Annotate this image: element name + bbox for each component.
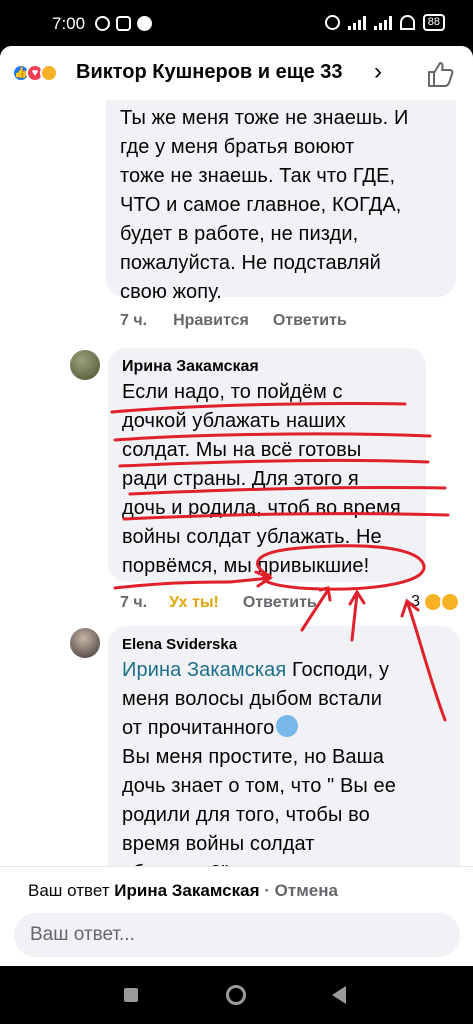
reply-input[interactable]	[14, 913, 460, 957]
reply-button[interactable]: Ответить	[273, 312, 347, 330]
comment-text: Ирина Закамская Господи, у меня волосы д…	[122, 656, 446, 888]
replying-to: Ваш ответ Ирина Закамская · Отмена	[28, 881, 338, 901]
signal-2-icon	[373, 15, 392, 30]
notification-icons	[95, 16, 152, 31]
reactors-title[interactable]: Виктор Кушнеров и еще 33	[76, 61, 343, 84]
comment-author[interactable]: Elena Sviderska	[122, 634, 446, 656]
whatsapp-icon	[95, 16, 110, 31]
comment-text: Если надо, то пойдём с дочкой ублажать н…	[122, 381, 401, 577]
reply-bar: Ваш ответ Ирина Закамская · Отмена	[0, 866, 473, 966]
comment-actions: 7 ч. Ух ты! Ответить 3	[120, 592, 464, 612]
reply-target: Ирина Закамская	[114, 881, 260, 900]
facebook-icon	[137, 16, 152, 31]
reaction-button[interactable]: Ух ты!	[169, 594, 219, 612]
comments-panel: 👍 ♥ Виктор Кушнеров и еще 33 › Ты же мен…	[0, 46, 473, 966]
like-button[interactable]: Нравится	[173, 312, 249, 330]
avatar[interactable]	[70, 628, 100, 658]
reactions-header[interactable]: 👍 ♥ Виктор Кушнеров и еще 33 ›	[0, 46, 473, 100]
battery-icon: 88	[422, 14, 445, 31]
alarm-icon	[324, 15, 340, 30]
comment-bubble: Ты же меня тоже не знаешь. И где у меня …	[106, 100, 456, 303]
instagram-icon	[116, 16, 131, 31]
cancel-button[interactable]: Отмена	[275, 881, 338, 900]
like-outline-icon[interactable]	[426, 60, 456, 88]
comment-bubble: Ирина Закамская Если надо, то пойдём с д…	[108, 348, 426, 582]
comment-text: Ты же меня тоже не знаешь. И где у меня …	[120, 107, 409, 303]
status-bar: 7:00 88	[0, 0, 473, 50]
android-nav-bar	[0, 966, 473, 1024]
wow-icon	[40, 64, 58, 82]
comment-author[interactable]: Ирина Закамская	[122, 356, 412, 378]
reaction-count: 3	[411, 593, 420, 610]
comment-time: 7 ч.	[120, 594, 148, 611]
reaction-icons: 👍 ♥	[12, 64, 58, 82]
comment-text-part: Вы меня простите, но Ваша дочь знает о т…	[122, 746, 396, 884]
reply-prefix: Ваш ответ	[28, 881, 115, 900]
comment-time: 7 ч.	[120, 312, 148, 329]
mention-link[interactable]: Ирина Закамская	[122, 659, 286, 681]
recents-button[interactable]	[124, 988, 138, 1002]
status-right-icons: 88	[324, 14, 445, 31]
home-button[interactable]	[226, 985, 246, 1005]
fearful-emoji-icon	[276, 715, 299, 737]
status-time: 7:00	[52, 14, 86, 33]
avatar[interactable]	[70, 350, 100, 380]
reply-separator: ·	[259, 881, 275, 900]
reply-button[interactable]: Ответить	[243, 594, 317, 612]
comment-actions: 7 ч. Нравится Ответить	[120, 312, 347, 330]
haha-icon	[440, 592, 460, 612]
chevron-right-icon[interactable]: ›	[374, 58, 382, 86]
reaction-summary[interactable]: 3	[411, 592, 460, 612]
signal-icon	[347, 15, 366, 30]
wifi-icon	[399, 15, 415, 30]
back-button[interactable]	[332, 986, 346, 1004]
